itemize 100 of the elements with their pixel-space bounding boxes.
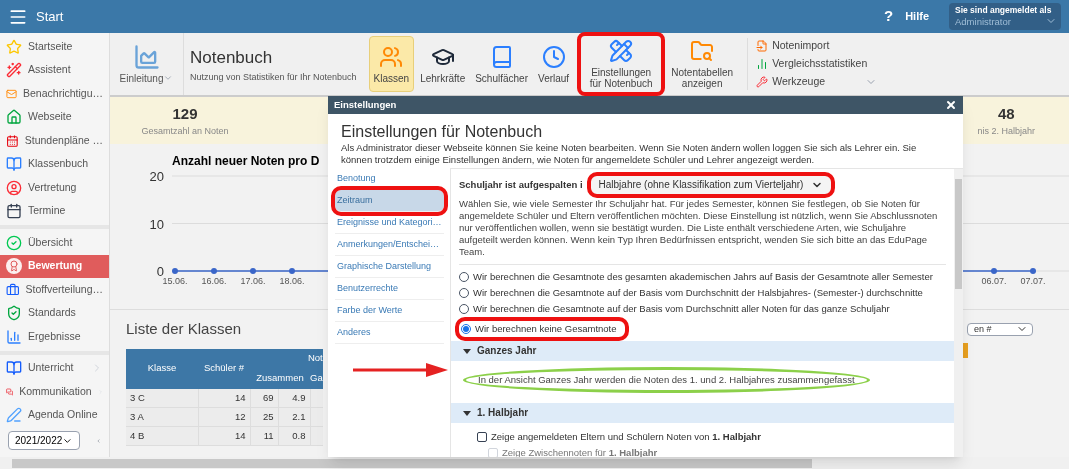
user-icon xyxy=(6,179,22,196)
import-icon xyxy=(756,40,769,53)
table-cell: 14 xyxy=(198,426,250,446)
table-cell: 11 xyxy=(250,426,279,446)
intro-button[interactable]: Einleitung xyxy=(110,33,184,95)
sidebar-item[interactable]: Stoffverteilung… xyxy=(0,278,109,302)
data-point xyxy=(250,268,256,274)
sidebar-item[interactable]: Webseite xyxy=(0,105,109,129)
sidebar-item[interactable]: Vertretung xyxy=(0,176,109,200)
bar-chart-icon xyxy=(6,328,22,345)
people-icon xyxy=(379,44,404,69)
caret-icon xyxy=(463,410,471,416)
tools-icon xyxy=(756,75,769,88)
pen-icon xyxy=(6,407,22,424)
table-cell: 14 xyxy=(198,388,250,408)
folder-search-icon xyxy=(690,39,715,63)
data-point xyxy=(211,268,217,274)
book-icon xyxy=(6,360,22,377)
book-icon xyxy=(6,156,22,173)
x-tick-label: 17.06. xyxy=(240,276,266,286)
radio-option[interactable]: Wir berechnen die Gesamtnote auf der Basis vom Durchschnitt der Halsbjahres- (Semester-) durchschnitte xyxy=(459,285,923,301)
x-tick-label: 15.06. xyxy=(162,276,188,286)
check-circle-icon xyxy=(6,234,22,251)
close-icon[interactable] xyxy=(945,99,957,111)
header-title[interactable]: Start xyxy=(36,6,64,27)
field-label: Schuljahr ist aufgespalten i xyxy=(459,179,583,191)
shield-icon xyxy=(6,305,22,322)
calendar-icon xyxy=(6,203,22,220)
x-tick-label: 07.07. xyxy=(1020,276,1046,286)
table-cell: 2.1 xyxy=(278,407,310,427)
toolbar-button[interactable]: Einstellungen für Notenbuch xyxy=(581,36,662,92)
data-point xyxy=(289,268,295,274)
settings-nav-item[interactable]: Ereignisse und Kategori… xyxy=(335,212,444,234)
column-header: Schüler # xyxy=(198,348,250,389)
help-text: Wählen Sie, wie viele Semester Ihr Schuljahr hat. Für jedes Semester, können Sie festlegen, ob Sie Noten für angemeldete Schüler und Eltern veröffentlichen möchten. Diese Einstellung ist nützlich, wenn Sie Abschlussnoten nur veröffentlichen wollen, wenn sie bestätigt wurden. Die Liste enthält verschiedene Arten, wie Schuljahre aufgeteilt werden können. Wenn kein Typ Ihren Bedürfnissen entspricht, wenden Sie sich bitte an das EduPage Team. xyxy=(459,198,946,265)
grade-icon xyxy=(6,258,22,275)
radio-option[interactable]: Wir berechnen die Gesamtnote auf der Basis vom Durchschnitt aller Noten für das ganze Schuljahr xyxy=(459,301,890,317)
stat-value: 48 xyxy=(997,103,1015,124)
help-link[interactable]: Hilfe xyxy=(905,8,929,25)
year-select[interactable]: 2021/2022 xyxy=(8,431,80,450)
dialog-description: Als Administrator dieser Webseite können Sie keine Noten bearbeiten. Wenn Sie Noten ändern wollen loggen Sie sich als Lehrer ein. Sie können trotzdem einige Einstellungen ändern, wie Noten für angemeldete Schüler und Lehrer angezeigt werden. xyxy=(341,142,918,166)
y-tick-label: 10 xyxy=(149,216,164,232)
dialog-heading: Einstellungen für Notenbuch xyxy=(341,122,544,142)
toolbar-button[interactable]: Lehrkräfte xyxy=(416,36,470,92)
toolbar-link[interactable]: Werkzeuge xyxy=(756,73,826,90)
toolbar-button[interactable]: Klassen xyxy=(368,36,415,92)
data-point xyxy=(172,268,178,274)
table-cell: 3 C xyxy=(126,388,198,408)
sort-select[interactable]: en # xyxy=(967,322,1033,336)
sidebar-item[interactable]: Agenda Online xyxy=(0,403,109,427)
sidebar-item[interactable]: Termine xyxy=(0,199,109,223)
user-menu[interactable]: Sie sind angemeldet als Administrator xyxy=(949,3,1061,30)
y-tick-label: 20 xyxy=(149,169,164,184)
column-header: Not xyxy=(250,348,323,369)
area-chart-icon xyxy=(132,42,161,71)
sidebar-item[interactable]: Übersicht xyxy=(0,231,109,255)
caret-icon xyxy=(463,348,471,354)
sidebar-item[interactable]: Benachrichtigu… xyxy=(0,82,109,106)
stat-value: 129 xyxy=(172,103,198,124)
y-tick-label: 0 xyxy=(156,264,164,279)
column-header: Zusammen xyxy=(250,368,310,389)
checkbox[interactable] xyxy=(477,432,487,442)
table-cell: 69 xyxy=(250,388,279,408)
dialog-title: Einstellungen xyxy=(334,97,397,112)
data-point xyxy=(991,268,997,274)
help-icon[interactable]: ? xyxy=(884,5,894,28)
briefcase-icon xyxy=(6,281,20,298)
settings-nav-item[interactable]: Benutzerrechte xyxy=(335,278,444,300)
calendar-icon xyxy=(6,132,19,149)
toolbar-link[interactable]: Vergleichsstatistiken xyxy=(756,56,868,72)
clock-icon xyxy=(541,44,566,69)
settings-nav-item[interactable]: Graphische Darstellung xyxy=(335,256,444,278)
settings-nav-item[interactable]: Anmerkungen/Entschei… xyxy=(335,234,444,256)
toolbar-button[interactable]: Schulfächer xyxy=(471,36,532,92)
settings-nav-item[interactable]: Farbe der Werte xyxy=(335,300,444,322)
sidebar-item[interactable]: Startseite xyxy=(0,35,109,59)
bar-chart-icon xyxy=(756,58,769,70)
sidebar-item[interactable]: Kommunikation xyxy=(0,380,109,404)
toolbar-link[interactable]: Notenimport xyxy=(756,38,830,55)
stat-label: nis 2. Halbjahr xyxy=(977,125,1035,138)
home-icon xyxy=(6,109,22,126)
toolbar-button[interactable]: Verlauf xyxy=(534,36,574,92)
star-icon xyxy=(6,38,22,55)
section-header[interactable]: Ganzes Jahr xyxy=(451,341,954,361)
settings-nav-item[interactable]: Anderes xyxy=(335,322,444,344)
sidebar-item[interactable]: Bewertung xyxy=(0,254,109,278)
caret-icon xyxy=(163,73,174,83)
table-cell: 25 xyxy=(250,407,279,427)
sidebar-item[interactable]: Klassenbuch xyxy=(0,152,109,176)
sidebar-item[interactable]: Standards xyxy=(0,301,109,325)
toolbar-button[interactable]: Notentabellen anzeigen xyxy=(669,36,736,92)
sidebar-item[interactable]: Unterricht xyxy=(0,356,109,380)
sidebar-item[interactable]: Ergebnisse xyxy=(0,325,109,349)
section-header[interactable]: 1. Halbjahr xyxy=(451,403,954,423)
radio-option[interactable]: Wir berechnen die Gesamtnote des gesamten akademischen Jahrs auf Basis der Gesamtnote aller Semester xyxy=(459,269,933,285)
sidebar-item[interactable]: Stundenpläne … xyxy=(0,129,109,153)
table-cell: 0.8 xyxy=(278,426,310,446)
data-point xyxy=(1030,268,1036,274)
x-tick-label: 16.06. xyxy=(201,276,227,286)
sidebar-item[interactable]: Assistent xyxy=(0,58,109,82)
